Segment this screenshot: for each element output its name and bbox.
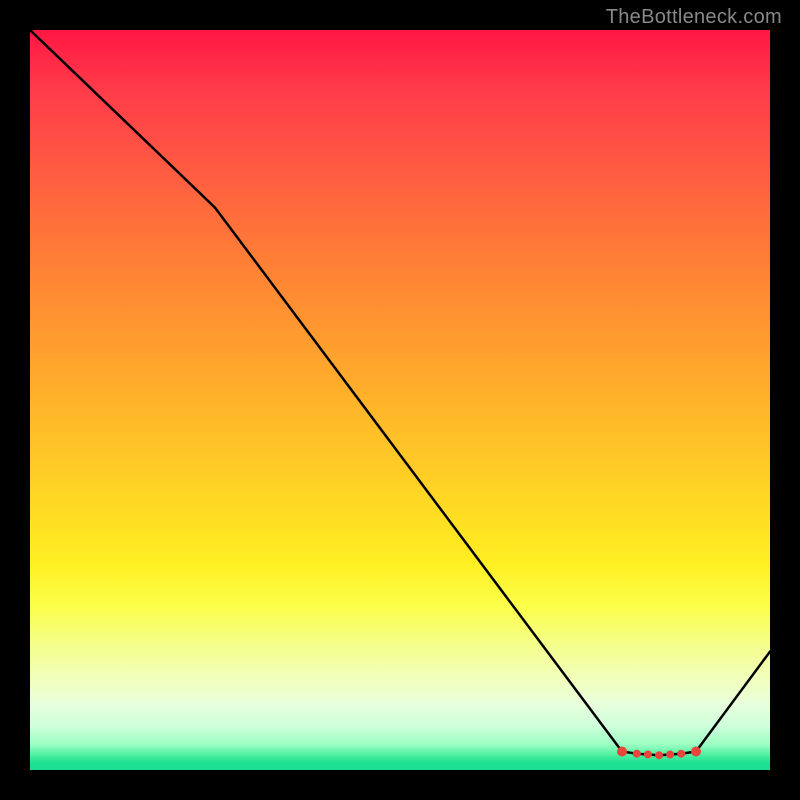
marker-point [633, 750, 641, 758]
chart-frame: TheBottleneck.com [0, 0, 800, 800]
marker-group [617, 747, 701, 760]
marker-point [691, 747, 701, 757]
marker-point [617, 747, 627, 757]
series-line [30, 30, 770, 755]
plot-area [30, 30, 770, 770]
chart-svg [30, 30, 770, 770]
marker-point [655, 751, 663, 759]
marker-point [644, 750, 652, 758]
marker-point [677, 750, 685, 758]
attribution-text: TheBottleneck.com [606, 6, 782, 29]
marker-point [666, 750, 674, 758]
